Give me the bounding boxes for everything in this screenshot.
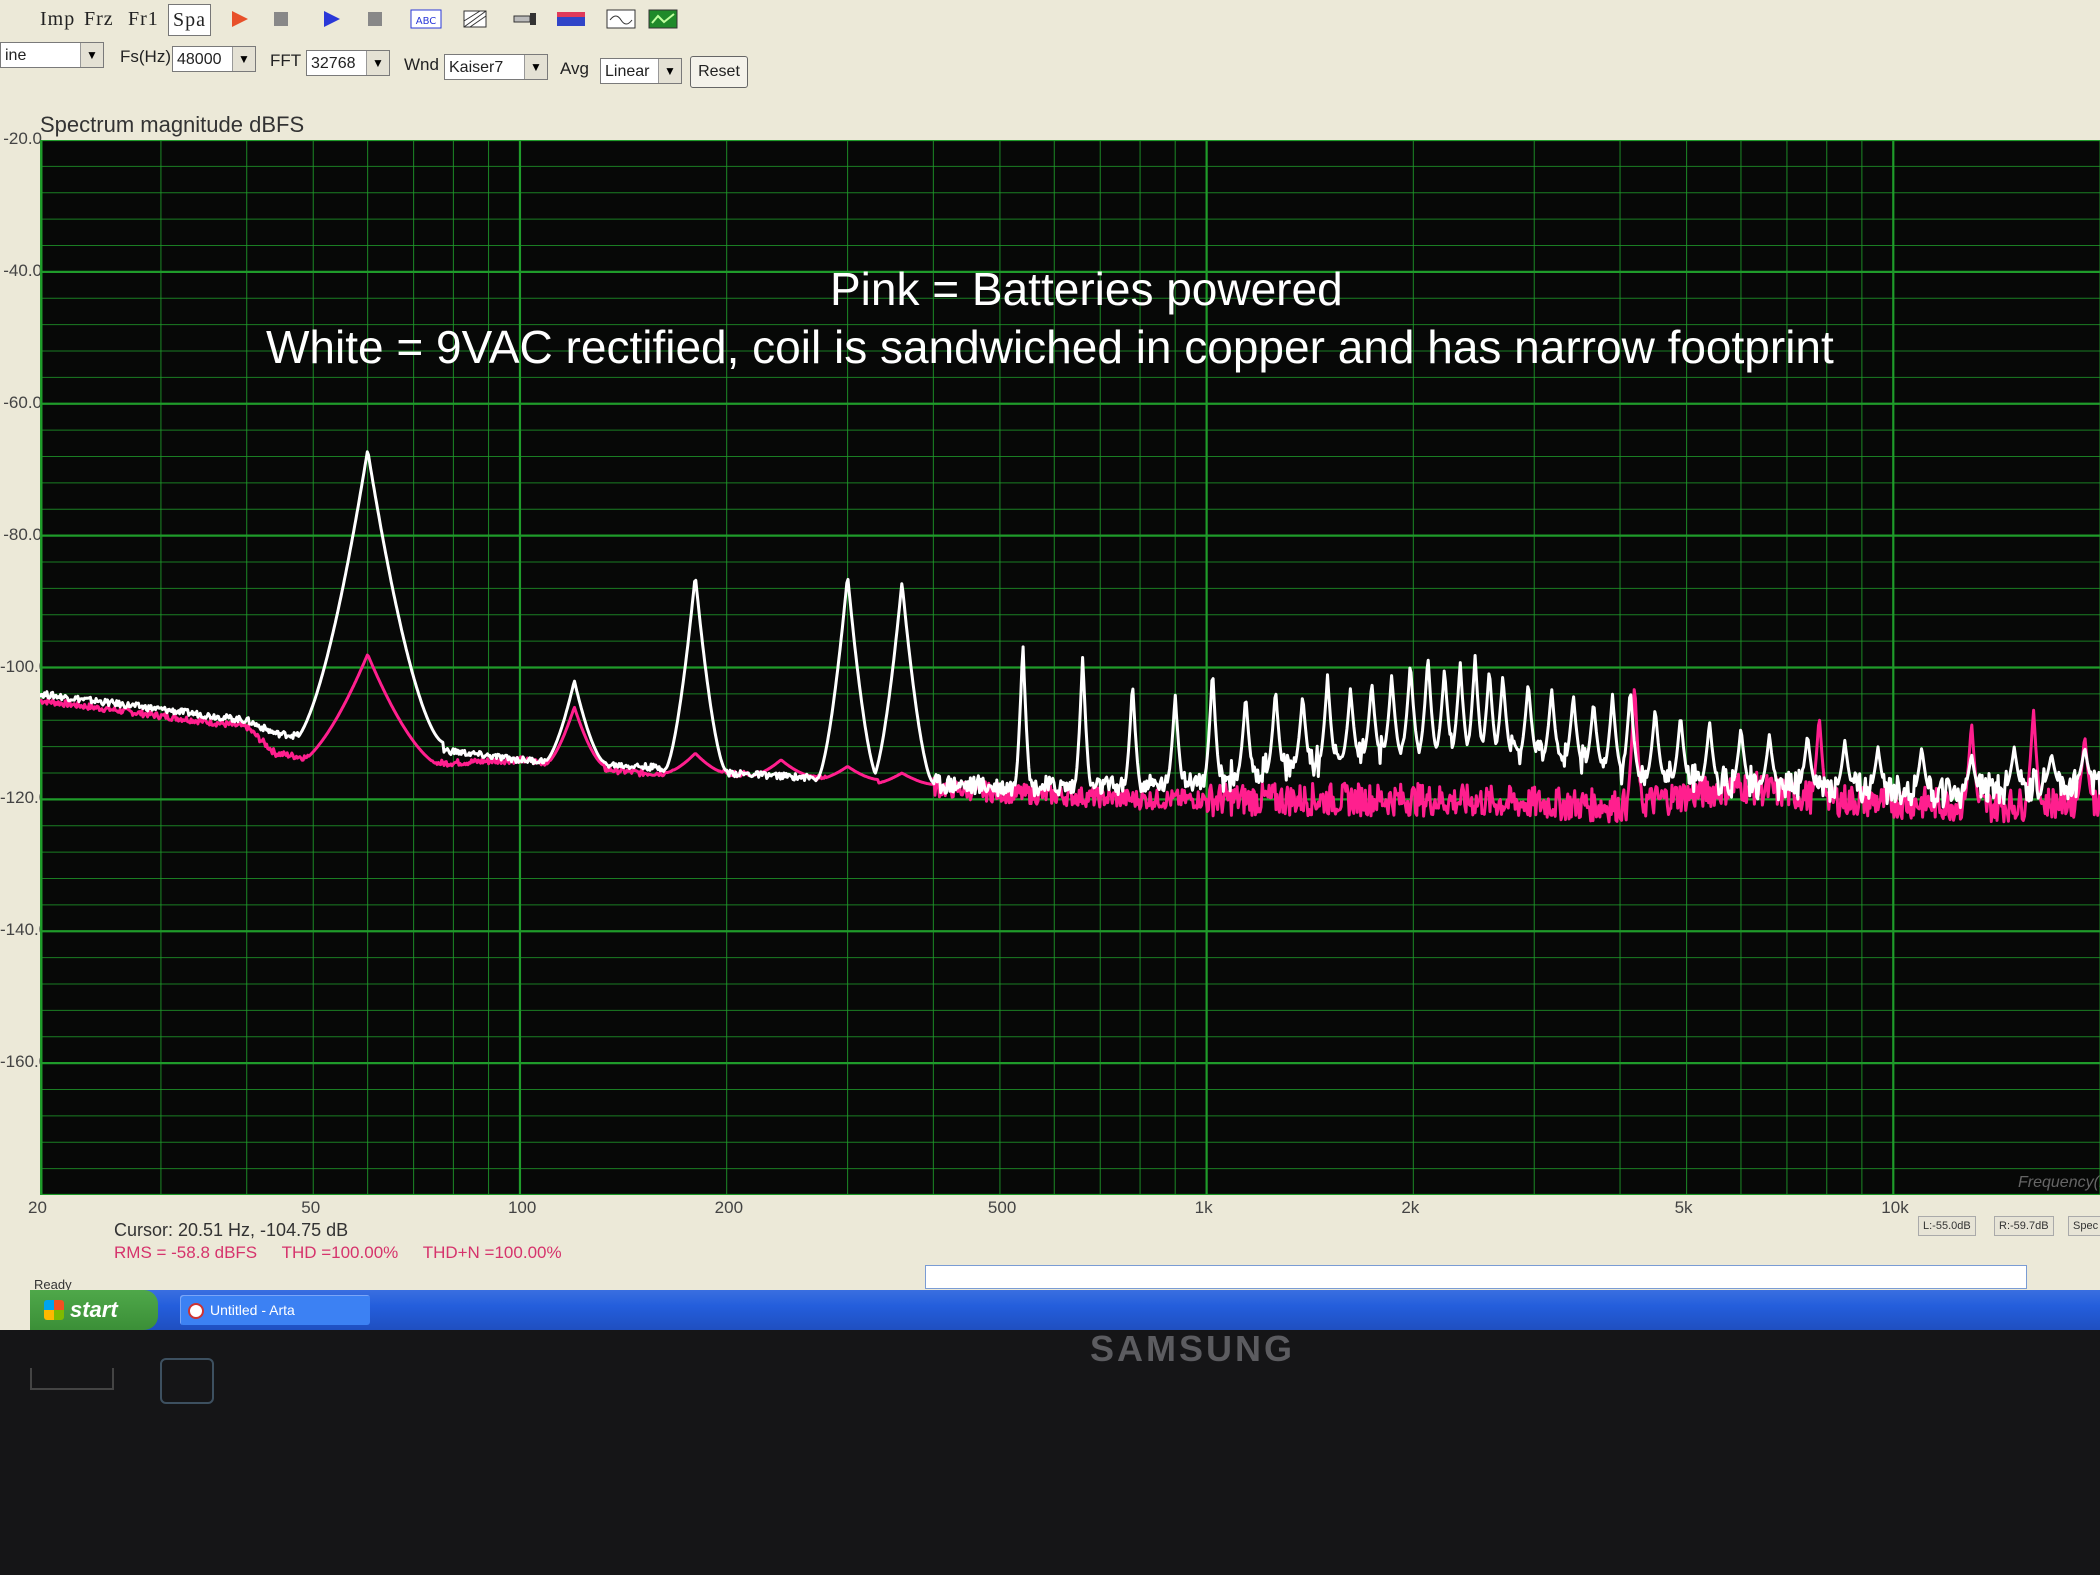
energy-star-icon	[160, 1358, 214, 1404]
imp-button[interactable]: Imp	[40, 4, 75, 34]
windows-logo-icon	[44, 1300, 64, 1320]
power-led-icon	[30, 1368, 114, 1390]
spectrogram-icon[interactable]	[556, 8, 586, 30]
signal-select[interactable]: ine ▼	[0, 42, 104, 68]
x-tick-label: 2k	[1401, 1198, 1420, 1217]
waveform-icon[interactable]	[606, 8, 636, 30]
taskbar: start Untitled - Arta	[30, 1290, 2100, 1330]
progress-bar	[925, 1265, 2027, 1289]
right-level-meter: R:-59.7dB	[1994, 1216, 2054, 1236]
taskbar-item-label: Untitled - Arta	[210, 1302, 295, 1318]
x-tick-label: 5k	[1674, 1198, 1693, 1217]
avg-select[interactable]: Linear ▼	[600, 58, 682, 84]
x-tick-label: 500	[987, 1198, 1017, 1217]
y-tick-label: -140.0	[0, 920, 49, 940]
y-tick-label: -80.0	[3, 524, 42, 544]
y-tick-label: -20.0	[3, 129, 42, 148]
monitor-brand: SAMSUNG	[1090, 1328, 1296, 1369]
fft-select[interactable]: 32768 ▼	[306, 50, 390, 76]
main-toolbar: Imp Frz Fr1 Spa ABC	[0, 0, 2100, 41]
y-tick-label: -60.0	[3, 392, 42, 412]
x-tick-label: 200	[714, 1198, 744, 1217]
chevron-down-icon: ▼	[658, 59, 681, 83]
y-tick-label: -160.0	[0, 1052, 49, 1072]
annotation-line-2: White = 9VAC rectified, coil is sandwich…	[266, 321, 1834, 373]
scope-icon[interactable]	[648, 8, 678, 30]
chevron-down-icon: ▼	[524, 55, 547, 79]
record-play-icon[interactable]	[226, 8, 252, 30]
y-tick-label: -120.0	[0, 788, 49, 808]
probe-icon[interactable]	[512, 8, 538, 30]
chart-title: Spectrum magnitude dBFS	[40, 112, 305, 137]
x-tick-label: 10k	[1881, 1198, 1909, 1217]
svg-text:ABC: ABC	[416, 16, 437, 27]
stats-readout: RMS = -58.8 dBFS THD =100.00% THD+N =100…	[114, 1243, 582, 1263]
fr1-button[interactable]: Fr1	[128, 4, 159, 34]
window-select[interactable]: Kaiser7 ▼	[444, 54, 548, 80]
avg-label: Avg	[560, 59, 589, 78]
fft-label: FFT	[270, 51, 302, 70]
fs-select[interactable]: 48000 ▼	[172, 46, 256, 72]
frz-button[interactable]: Frz	[84, 4, 114, 34]
start-label: start	[70, 1297, 118, 1322]
x-axis-title: Frequency(H	[2018, 1174, 2100, 1191]
start-button[interactable]: start	[30, 1290, 158, 1330]
thd-readout: THD =100.00%	[281, 1243, 399, 1262]
chevron-down-icon: ▼	[232, 47, 255, 71]
play-icon[interactable]	[318, 8, 344, 30]
chevron-down-icon: ▼	[366, 51, 389, 75]
x-tick-label: 1k	[1194, 1198, 1213, 1217]
monitor-bezel	[0, 1330, 2100, 1575]
x-tick-label: 100	[507, 1198, 537, 1217]
left-level-meter: L:-55.0dB	[1918, 1216, 1976, 1236]
y-tick-label: -100.0	[0, 656, 49, 676]
settings-bar: ine ▼ Fs(Hz) 48000 ▼ FFT 32768 ▼ Wnd Kaiser…	[0, 40, 2100, 90]
spec-indicator: Spec	[2068, 1216, 2100, 1236]
arta-app-icon	[188, 1303, 204, 1319]
chevron-down-icon: ▼	[80, 43, 103, 67]
spa-button[interactable]: Spa	[168, 4, 211, 36]
monitor-screen: Imp Frz Fr1 Spa ABC ine ▼ Fs(Hz) 48000 ▼ F…	[0, 0, 2100, 1330]
stop-icon[interactable]	[268, 8, 294, 30]
taskbar-item-arta[interactable]: Untitled - Arta	[180, 1295, 370, 1325]
stop-icon-2[interactable]	[362, 8, 388, 30]
x-tick-label: 20	[28, 1198, 47, 1217]
filter-icon[interactable]	[462, 8, 488, 30]
generator-icon[interactable]: ABC	[410, 8, 442, 30]
wnd-label: Wnd	[404, 55, 439, 74]
cursor-readout: Cursor: 20.51 Hz, -104.75 dB	[114, 1220, 349, 1240]
fs-label: Fs(Hz)	[120, 47, 171, 66]
annotation-line-1: Pink = Batteries powered	[830, 263, 1343, 315]
thdn-readout: THD+N =100.00%	[422, 1243, 562, 1262]
reset-button[interactable]: Reset	[690, 56, 748, 88]
y-tick-label: -40.0	[3, 260, 42, 280]
x-tick-label: 50	[301, 1198, 321, 1217]
rms-readout: RMS = -58.8 dBFS	[114, 1243, 258, 1262]
